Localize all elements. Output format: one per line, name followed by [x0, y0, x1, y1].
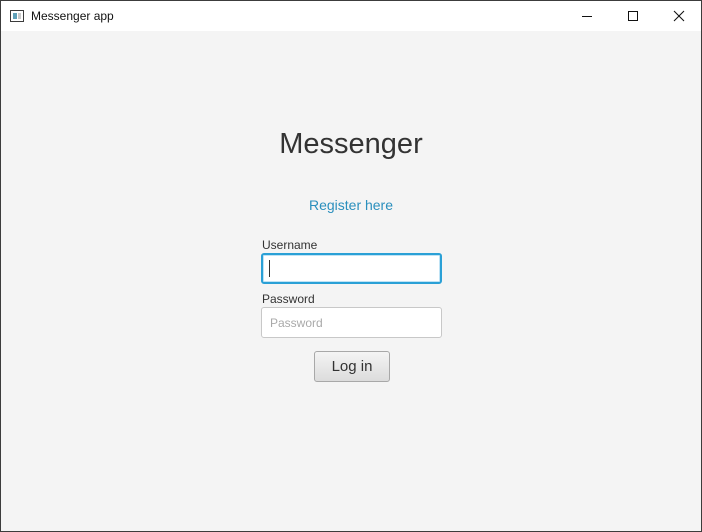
close-icon — [673, 10, 685, 22]
close-button[interactable] — [656, 1, 702, 31]
maximize-icon — [628, 11, 638, 21]
title-bar[interactable]: Messenger app — [1, 1, 701, 31]
password-label: Password — [262, 292, 315, 306]
maximize-button[interactable] — [610, 1, 656, 31]
app-icon — [10, 10, 24, 22]
register-link[interactable]: Register here — [1, 196, 701, 214]
username-label: Username — [262, 238, 318, 252]
username-input[interactable] — [261, 253, 442, 284]
page-title: Messenger — [279, 128, 423, 160]
window-title: Messenger app — [31, 9, 114, 23]
login-button[interactable]: Log in — [314, 351, 390, 382]
text-caret — [269, 260, 270, 277]
minimize-icon — [582, 16, 592, 17]
password-input[interactable] — [261, 307, 442, 338]
minimize-button[interactable] — [564, 1, 610, 31]
app-window: Messenger app Messenger Register here Us… — [0, 0, 702, 532]
